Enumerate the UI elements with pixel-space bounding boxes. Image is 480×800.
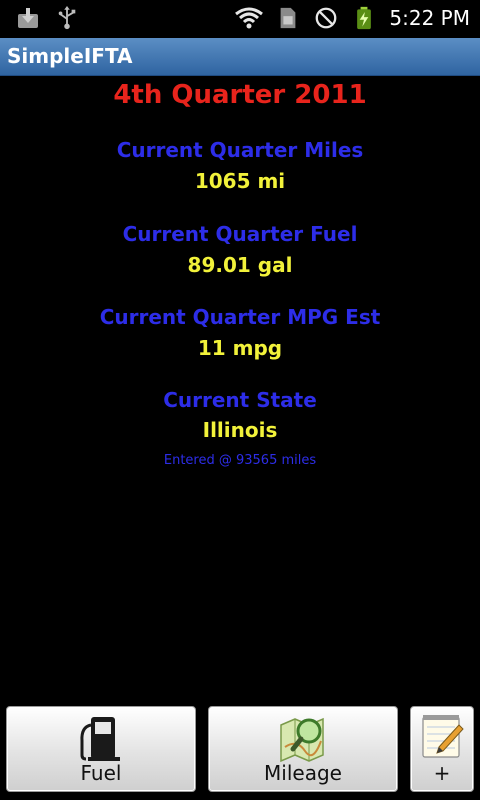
state-label: Current State xyxy=(163,388,317,412)
miles-value: 1065 mi xyxy=(194,169,286,193)
map-magnifier-icon xyxy=(280,717,324,763)
fuel-value: 89.01 gal xyxy=(187,253,293,277)
status-bar: 5:22 PM xyxy=(0,0,480,38)
mpg-label: Current Quarter MPG Est xyxy=(99,305,381,329)
fuel-pump-icon xyxy=(80,717,120,761)
battery-charging-icon xyxy=(357,6,371,30)
wifi-icon xyxy=(235,7,263,29)
mileage-button-label: Mileage xyxy=(264,761,342,785)
miles-label: Current Quarter Miles xyxy=(116,138,364,162)
no-signal-icon xyxy=(315,7,337,29)
add-button-label: + xyxy=(433,761,451,785)
quarter-heading: 4th Quarter 2011 xyxy=(113,80,367,110)
fuel-button[interactable]: Fuel xyxy=(6,706,196,792)
app-title: SimpleIFTA xyxy=(7,44,133,68)
notepad-pencil-icon xyxy=(422,715,464,758)
usb-icon xyxy=(58,6,76,30)
download-icon xyxy=(18,8,38,28)
fuel-button-label: Fuel xyxy=(80,761,122,785)
sim-icon xyxy=(280,7,296,29)
title-bar: SimpleIFTA xyxy=(0,38,480,76)
add-button[interactable]: + xyxy=(410,706,474,792)
status-time: 5:22 PM xyxy=(389,6,470,30)
state-value: Illinois xyxy=(202,418,278,442)
mileage-button[interactable]: Mileage xyxy=(208,706,398,792)
fuel-label: Current Quarter Fuel xyxy=(122,222,358,246)
mpg-value: 11 mpg xyxy=(197,336,283,360)
entered-note: Entered @ 93565 miles xyxy=(163,453,317,468)
